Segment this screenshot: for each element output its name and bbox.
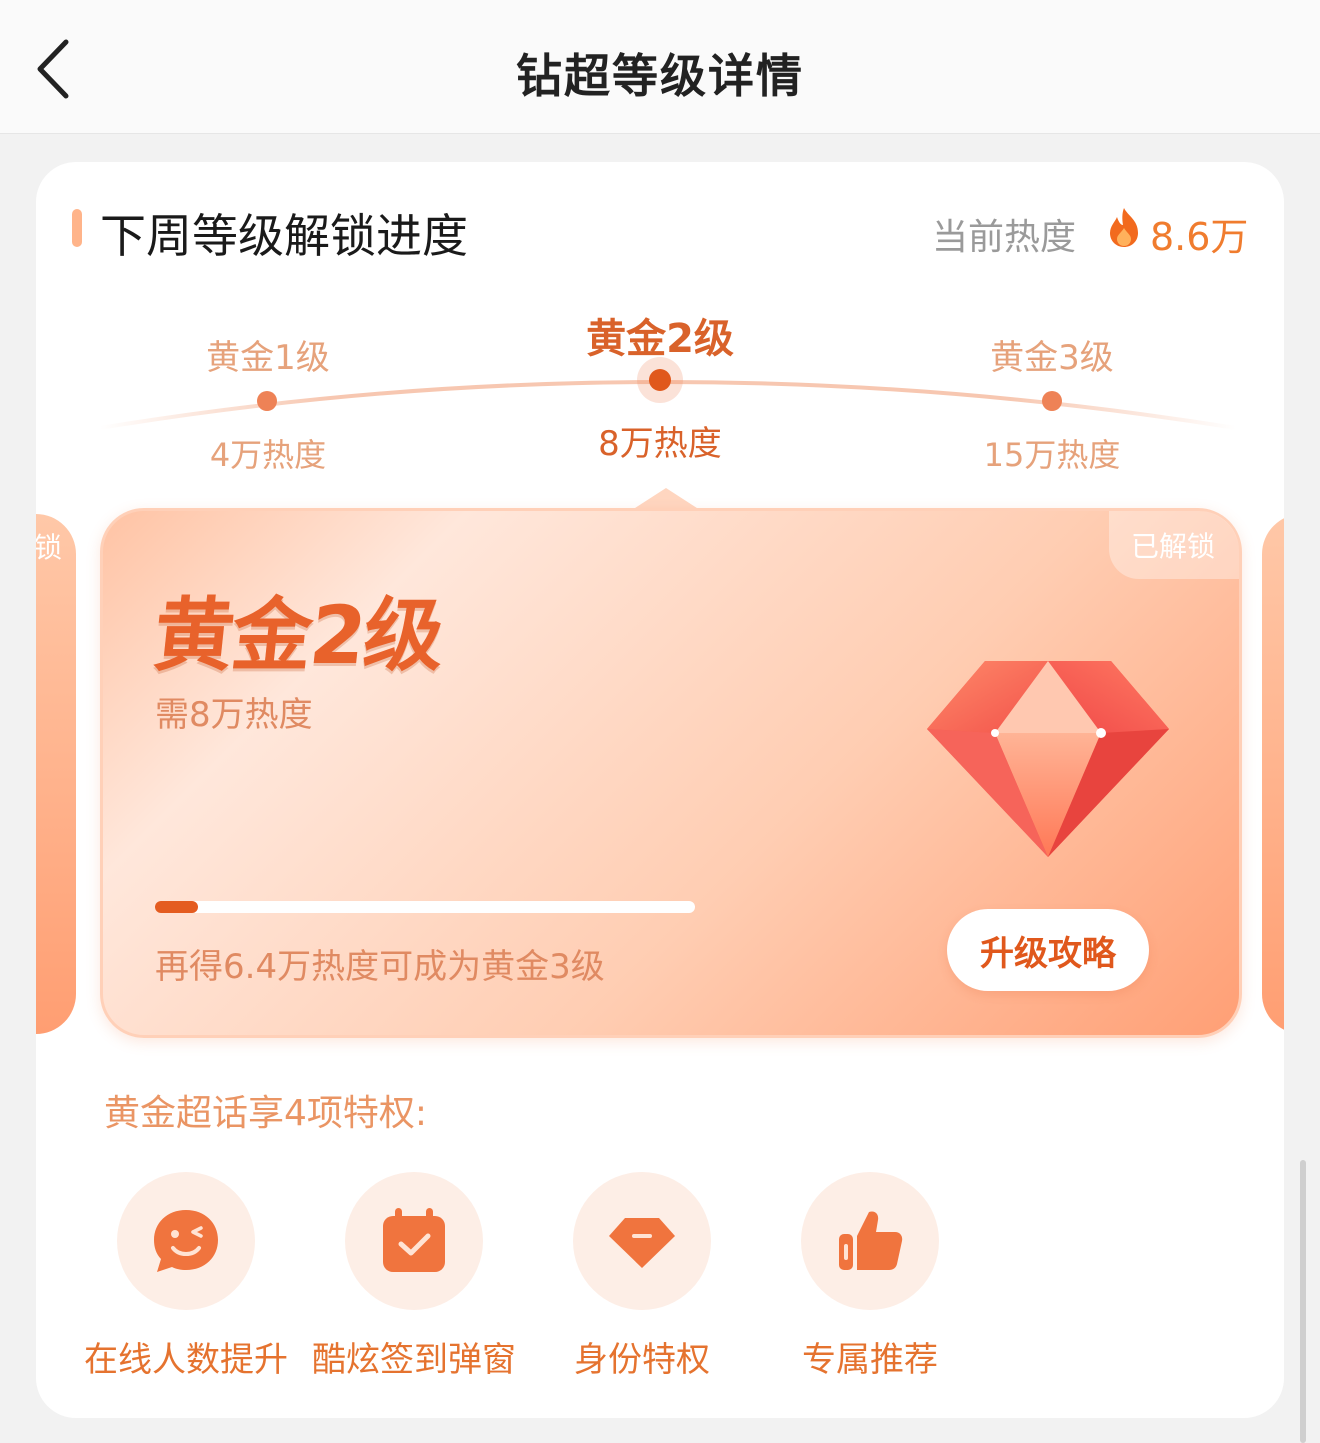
calendar-check-icon: [383, 1208, 445, 1272]
timeline-level-3-name[interactable]: 黄金3级: [932, 330, 1172, 379]
privilege-icon-circle: [117, 1172, 255, 1310]
timeline-level-3-dot: [1042, 391, 1062, 411]
privilege-label: 身份特权: [574, 1340, 710, 1380]
scrollbar[interactable]: [1300, 1160, 1306, 1443]
prev-card-badge-partial: 锁: [36, 531, 63, 564]
privilege-label: 专属推荐: [802, 1340, 938, 1380]
privilege-item[interactable]: 身份特权: [522, 1172, 762, 1392]
timeline-level-3-heat: 15万热度: [983, 436, 1121, 474]
level-name: 黄金2级: [149, 589, 447, 682]
privilege-label: 在线人数提升: [84, 1340, 288, 1380]
page-title: 钻超等级详情: [516, 49, 804, 103]
upgrade-progress-text: 再得6.4万热度可成为黄金3级: [155, 947, 605, 987]
privilege-label: 酷炫签到弹窗: [312, 1340, 516, 1380]
current-heat-value: 8.6万: [1150, 215, 1249, 259]
card-pointer: [632, 488, 700, 510]
upgrade-progress-fill: [155, 901, 199, 913]
timeline-level-1-name[interactable]: 黄金1级: [148, 330, 388, 379]
level-timeline: 黄金1级 4万热度 黄金2级 8万热度 黄金3级 15万热度: [36, 292, 1284, 492]
section-marker: [72, 209, 82, 247]
smiley-chat-icon: [154, 1210, 218, 1272]
privilege-icon-circle: [345, 1172, 483, 1310]
gem-icon: [927, 661, 1169, 857]
timeline-level-2-dot: [637, 357, 683, 403]
unlocked-badge: 已解锁: [1108, 511, 1239, 579]
level-detail-card: 下周等级解锁进度 当前热度 8.6万 黄金1级 4万热度 黄金2级 8万热度 黄…: [36, 162, 1284, 1418]
privilege-icon-circle: [801, 1172, 939, 1310]
privilege-item[interactable]: 在线人数提升: [66, 1172, 306, 1392]
upgrade-progress-bar: [155, 901, 695, 913]
privileges-title: 黄金超话享4项特权:: [104, 1093, 428, 1134]
privilege-item[interactable]: 酷炫签到弹窗: [294, 1172, 534, 1392]
prev-level-card[interactable]: 锁: [36, 514, 76, 1034]
timeline-level-1-heat: 4万热度: [209, 436, 327, 474]
privilege-item[interactable]: 专属推荐: [750, 1172, 990, 1392]
current-level-card: 已解锁 黄金2级 需8万热度 再得6.4万热度可成为黄金3级 升级攻略: [100, 508, 1242, 1038]
thumbs-up-icon: [839, 1211, 903, 1270]
upgrade-strategy-button[interactable]: 升级攻略: [947, 909, 1149, 991]
current-heat-label: 当前热度: [932, 217, 1077, 258]
nav-bar: 钻超等级详情: [0, 0, 1320, 134]
level-requirement: 需8万热度: [155, 695, 313, 735]
flame-icon: [1110, 208, 1138, 247]
timeline-level-2-name[interactable]: 黄金2级: [540, 306, 780, 364]
next-level-card[interactable]: [1262, 514, 1284, 1034]
privilege-icon-circle: [573, 1172, 711, 1310]
timeline-level-1-dot: [257, 391, 277, 411]
section-title: 下周等级解锁进度: [100, 209, 468, 263]
gem-badge-icon: [609, 1218, 675, 1268]
timeline-level-2-heat: 8万热度: [598, 424, 722, 464]
